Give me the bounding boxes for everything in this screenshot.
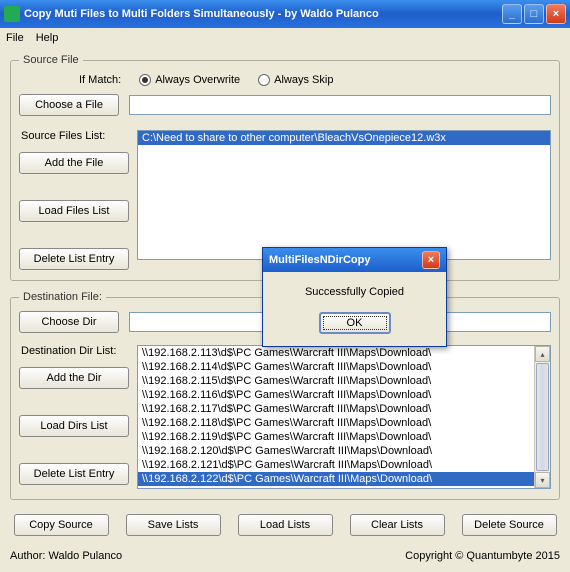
- delete-source-entry-button[interactable]: Delete List Entry: [19, 248, 129, 270]
- bottom-toolbar: Copy Source Save Lists Load Lists Clear …: [10, 510, 560, 540]
- success-dialog: MultiFilesNDirCopy × Successfully Copied…: [262, 247, 447, 347]
- source-legend: Source File: [19, 54, 83, 66]
- ok-button[interactable]: OK: [319, 312, 391, 334]
- menu-help[interactable]: Help: [36, 32, 59, 44]
- footer: Author: Waldo Pulanco Copyright © Quantu…: [0, 546, 570, 568]
- list-item[interactable]: \\192.168.2.115\d$\PC Games\Warcraft III…: [138, 374, 550, 388]
- scrollbar[interactable]: ▴ ▾: [534, 346, 550, 488]
- list-item[interactable]: \\192.168.2.120\d$\PC Games\Warcraft III…: [138, 444, 550, 458]
- load-dirs-list-button[interactable]: Load Dirs List: [19, 415, 129, 437]
- delete-dest-entry-button[interactable]: Delete List Entry: [19, 463, 129, 485]
- copyright-label: Copyright © Quantumbyte 2015: [405, 550, 560, 562]
- radio-icon: [139, 74, 151, 86]
- list-item[interactable]: \\192.168.2.122\d$\PC Games\Warcraft III…: [138, 472, 550, 486]
- radio-always-skip[interactable]: Always Skip: [258, 74, 333, 86]
- close-button[interactable]: ×: [546, 4, 566, 24]
- dialog-message: Successfully Copied: [273, 286, 436, 298]
- scroll-up-icon[interactable]: ▴: [535, 346, 550, 362]
- menu-file[interactable]: File: [6, 32, 24, 44]
- add-dir-button[interactable]: Add the Dir: [19, 367, 129, 389]
- radio-always-overwrite[interactable]: Always Overwrite: [139, 74, 240, 86]
- delete-source-button[interactable]: Delete Source: [462, 514, 557, 536]
- list-item[interactable]: \\192.168.2.119\d$\PC Games\Warcraft III…: [138, 430, 550, 444]
- file-path-input[interactable]: [129, 95, 551, 115]
- if-match-label: If Match:: [79, 74, 121, 86]
- dialog-title: MultiFilesNDirCopy: [269, 254, 422, 266]
- save-lists-button[interactable]: Save Lists: [126, 514, 221, 536]
- list-item[interactable]: \\192.168.2.113\d$\PC Games\Warcraft III…: [138, 346, 550, 360]
- list-item[interactable]: \\192.168.2.116\d$\PC Games\Warcraft III…: [138, 388, 550, 402]
- scroll-thumb[interactable]: [536, 363, 549, 471]
- minimize-button[interactable]: _: [502, 4, 522, 24]
- load-lists-button[interactable]: Load Lists: [238, 514, 333, 536]
- list-item[interactable]: C:\Need to share to other computer\Bleac…: [138, 131, 550, 145]
- clear-lists-button[interactable]: Clear Lists: [350, 514, 445, 536]
- window-title: Copy Muti Files to Multi Folders Simulta…: [24, 8, 502, 20]
- source-files-listbox[interactable]: C:\Need to share to other computer\Bleac…: [137, 130, 551, 260]
- choose-dir-button[interactable]: Choose Dir: [19, 311, 119, 333]
- author-label: Author: Waldo Pulanco: [10, 550, 122, 562]
- destination-dir-listbox[interactable]: \\192.168.2.113\d$\PC Games\Warcraft III…: [137, 345, 551, 489]
- menubar: File Help: [0, 28, 570, 48]
- dest-legend: Destination File:: [19, 291, 106, 303]
- radio-icon: [258, 74, 270, 86]
- source-list-label: Source Files List:: [19, 130, 129, 142]
- choose-file-button[interactable]: Choose a File: [19, 94, 119, 116]
- dialog-titlebar[interactable]: MultiFilesNDirCopy ×: [263, 248, 446, 272]
- dialog-close-button[interactable]: ×: [422, 251, 440, 269]
- list-item[interactable]: \\192.168.2.117\d$\PC Games\Warcraft III…: [138, 402, 550, 416]
- load-files-list-button[interactable]: Load Files List: [19, 200, 129, 222]
- dest-list-label: Destination Dir List:: [19, 345, 129, 357]
- list-item[interactable]: \\192.168.2.118\d$\PC Games\Warcraft III…: [138, 416, 550, 430]
- add-file-button[interactable]: Add the File: [19, 152, 129, 174]
- list-item[interactable]: \\192.168.2.121\d$\PC Games\Warcraft III…: [138, 458, 550, 472]
- list-item[interactable]: \\192.168.2.114\d$\PC Games\Warcraft III…: [138, 360, 550, 374]
- app-icon: [4, 6, 20, 22]
- copy-source-button[interactable]: Copy Source: [14, 514, 109, 536]
- titlebar[interactable]: Copy Muti Files to Multi Folders Simulta…: [0, 0, 570, 28]
- maximize-button[interactable]: □: [524, 4, 544, 24]
- scroll-down-icon[interactable]: ▾: [535, 472, 550, 488]
